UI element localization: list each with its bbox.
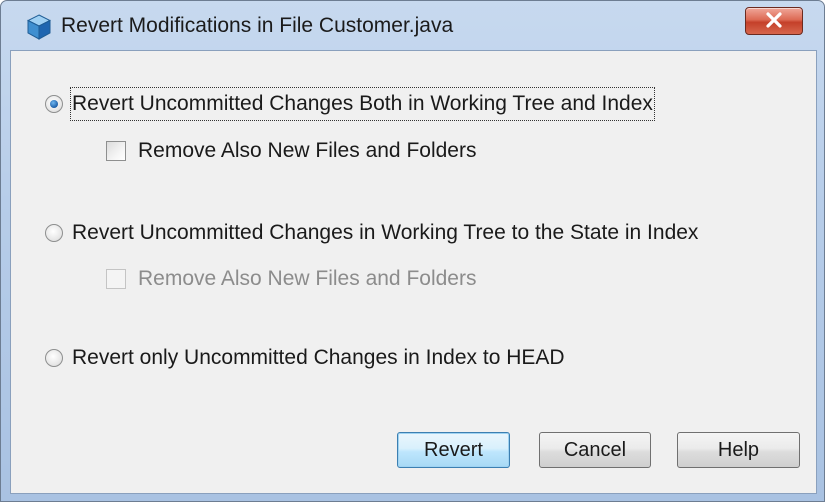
option-revert-working-tree-label: Revert Uncommitted Changes in Working Tr… xyxy=(72,221,699,244)
revert-button[interactable]: Revert xyxy=(397,432,510,468)
remove-new-files-checkbox-2 xyxy=(106,269,126,289)
radio-revert-both[interactable] xyxy=(45,95,63,113)
option-revert-both[interactable]: Revert Uncommitted Changes Both in Worki… xyxy=(45,87,655,121)
title-bar[interactable]: Revert Modifications in File Customer.ja… xyxy=(1,1,824,51)
radio-revert-working-tree[interactable] xyxy=(45,224,63,242)
dialog-window: Revert Modifications in File Customer.ja… xyxy=(0,0,825,502)
remove-new-files-label-1: Remove Also New Files and Folders xyxy=(138,139,477,162)
help-button[interactable]: Help xyxy=(677,432,800,468)
option-revert-index[interactable]: Revert only Uncommitted Changes in Index… xyxy=(45,343,565,373)
cancel-button[interactable]: Cancel xyxy=(539,432,651,468)
dialog-content: Revert Uncommitted Changes Both in Worki… xyxy=(10,50,817,494)
option-revert-both-label: Revert Uncommitted Changes Both in Worki… xyxy=(70,87,655,121)
window-title: Revert Modifications in File Customer.ja… xyxy=(61,14,454,37)
netbeans-cube-icon xyxy=(26,14,52,40)
option-revert-index-label: Revert only Uncommitted Changes in Index… xyxy=(72,346,565,369)
remove-new-files-option-1[interactable]: Remove Also New Files and Folders xyxy=(106,136,476,166)
close-x-icon xyxy=(766,12,782,28)
remove-new-files-label-2: Remove Also New Files and Folders xyxy=(138,267,477,290)
close-button[interactable] xyxy=(745,7,803,35)
remove-new-files-checkbox-1[interactable] xyxy=(106,141,126,161)
radio-revert-index[interactable] xyxy=(45,349,63,367)
remove-new-files-option-2: Remove Also New Files and Folders xyxy=(106,264,476,294)
option-revert-working-tree[interactable]: Revert Uncommitted Changes in Working Tr… xyxy=(45,218,698,248)
